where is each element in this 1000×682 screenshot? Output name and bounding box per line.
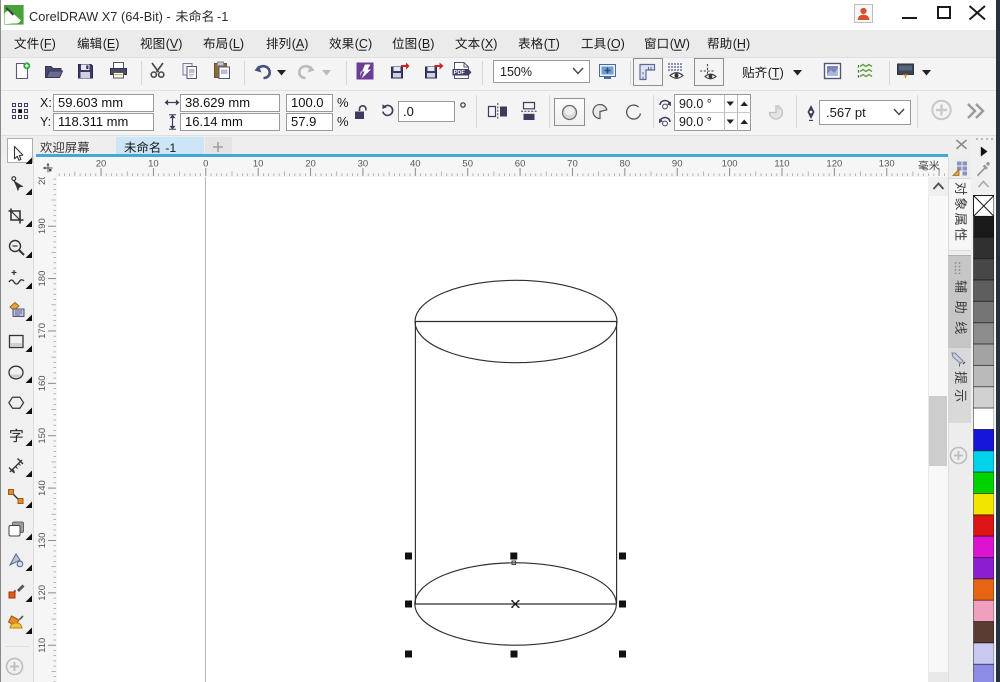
svg-text:(H): (H) <box>733 37 750 51</box>
svg-text:10: 10 <box>253 159 264 170</box>
svg-text:40: 40 <box>410 159 421 170</box>
svg-text:(E): (E) <box>103 37 120 51</box>
svg-text:120: 120 <box>37 585 48 601</box>
svg-text:60: 60 <box>515 159 526 170</box>
svg-text:-1: -1 <box>217 9 228 24</box>
svg-text:100: 100 <box>722 159 738 170</box>
svg-text:150: 150 <box>37 428 48 444</box>
svg-text:(V): (V) <box>166 37 183 51</box>
svg-text:110: 110 <box>774 159 789 170</box>
svg-text:170: 170 <box>37 323 48 339</box>
svg-text:130: 130 <box>37 533 48 549</box>
svg-text:80: 80 <box>620 159 631 170</box>
svg-text:120: 120 <box>826 159 842 170</box>
svg-text:(F): (F) <box>40 37 56 51</box>
svg-text:(B): (B) <box>418 37 435 51</box>
svg-text:190: 190 <box>37 218 48 234</box>
svg-text:0: 0 <box>203 159 208 170</box>
svg-text:140: 140 <box>37 480 48 496</box>
svg-text:-1: -1 <box>165 140 176 154</box>
svg-text:(W): (W) <box>670 37 690 51</box>
svg-text:(A): (A) <box>292 37 309 51</box>
svg-text:(O): (O) <box>607 37 625 51</box>
svg-text:(X): (X) <box>481 37 498 51</box>
svg-text:10: 10 <box>148 159 159 170</box>
svg-text:20: 20 <box>96 159 107 170</box>
svg-text:(C): (C) <box>355 37 372 51</box>
svg-text:(L): (L) <box>229 37 244 51</box>
svg-text:CorelDRAW X7 (64-Bit) -: CorelDRAW X7 (64-Bit) - <box>29 9 171 24</box>
svg-text:110: 110 <box>37 638 48 653</box>
svg-text:30: 30 <box>358 159 369 170</box>
svg-text:(T): (T) <box>544 37 560 51</box>
svg-text:180: 180 <box>37 271 48 287</box>
svg-text:90: 90 <box>672 159 683 170</box>
svg-text:20: 20 <box>305 159 316 170</box>
svg-text:200: 200 <box>37 177 48 185</box>
svg-text:(T): (T) <box>768 66 784 80</box>
svg-text:130: 130 <box>879 159 895 170</box>
svg-text:70: 70 <box>567 159 578 170</box>
svg-text:PDF: PDF <box>454 70 466 76</box>
svg-text:50: 50 <box>462 159 473 170</box>
svg-text:160: 160 <box>37 375 48 391</box>
